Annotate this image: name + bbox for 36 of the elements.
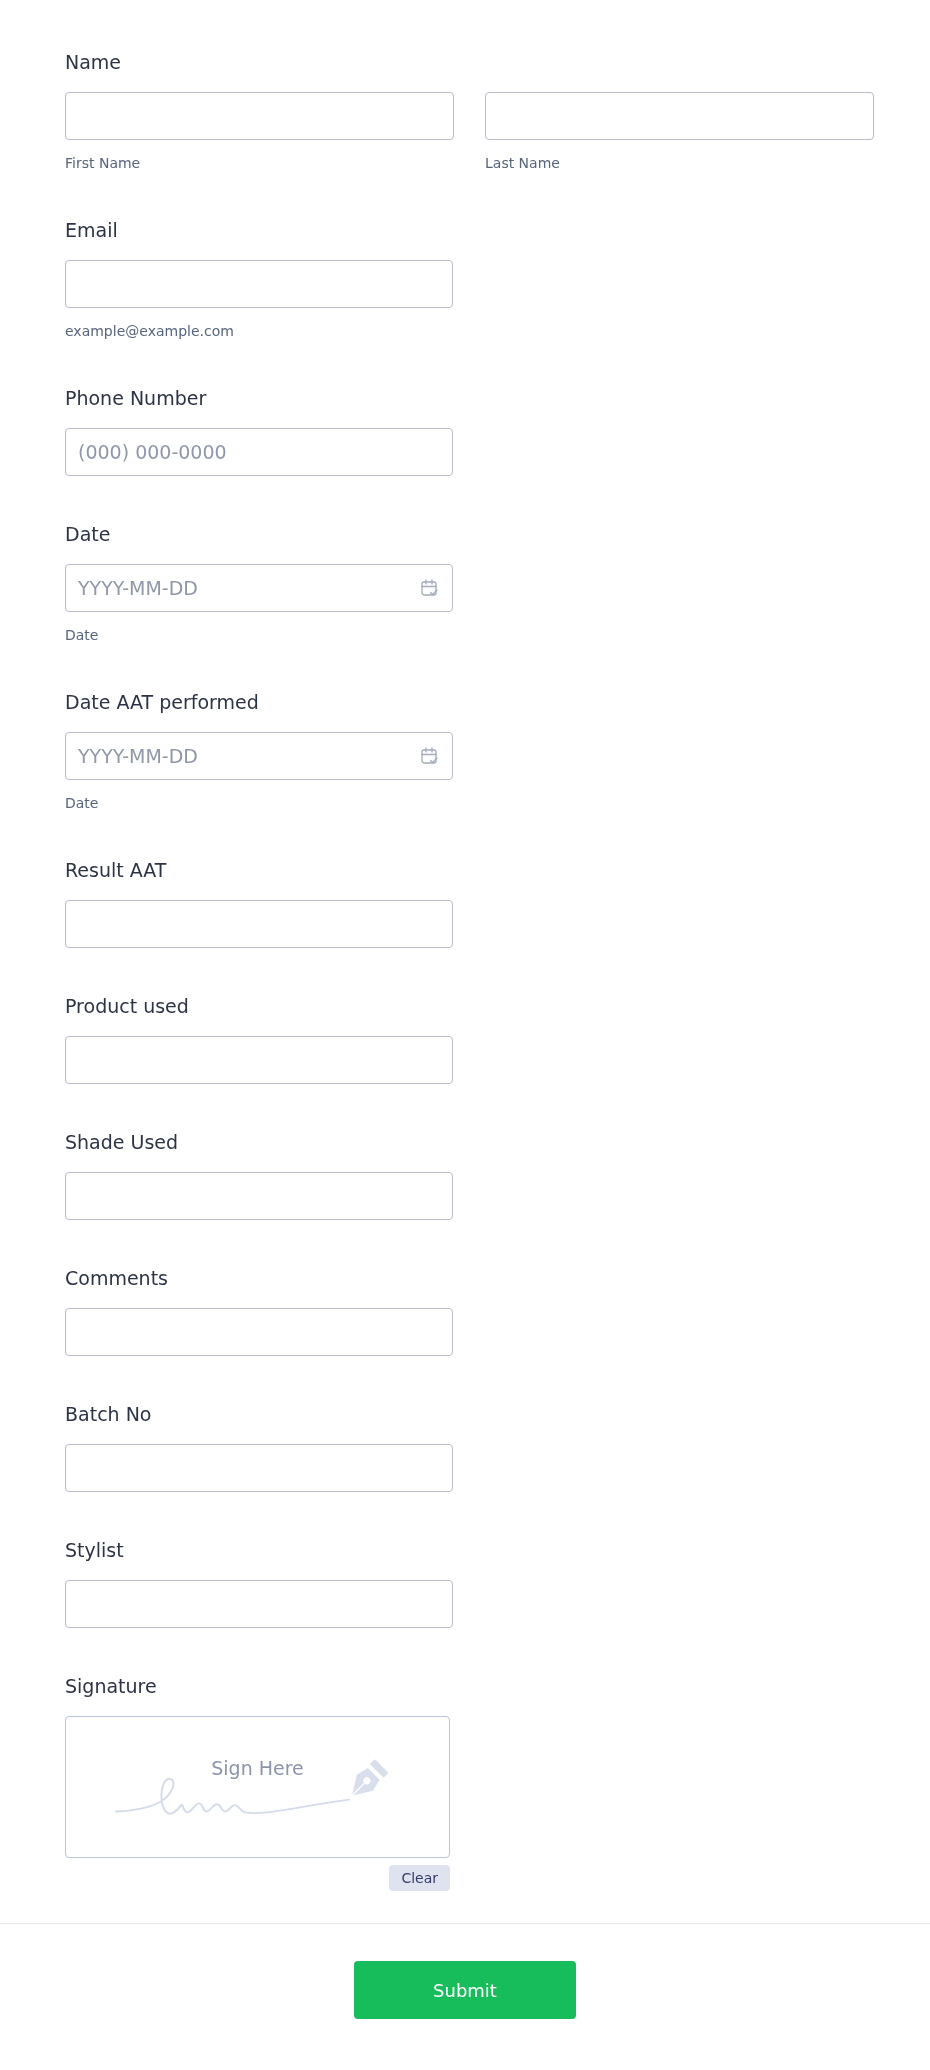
field-hint: Date [65,794,99,812]
field-label: Comments [65,1266,168,1290]
signature-pad[interactable]: Sign Here [65,1716,450,1858]
field-hint: example@example.com [65,322,234,340]
input-field[interactable] [65,92,454,140]
field-label: Signature [65,1674,157,1698]
sign-here-prompt: Sign Here [211,1758,304,1778]
clear-button[interactable]: Clear [389,1865,450,1891]
field-label: Email [65,218,118,242]
field-label: Batch No [65,1402,152,1426]
input-field[interactable] [485,92,874,140]
input-field[interactable]: (000) 000-0000 [65,428,453,476]
input-field[interactable] [65,900,453,948]
field-hint: Date [65,626,99,644]
input-field[interactable] [65,1172,453,1220]
date-field[interactable]: YYYY-MM-DD [65,564,453,612]
calendar-icon[interactable] [421,747,438,765]
input-field[interactable] [65,1580,453,1628]
field-label: Shade Used [65,1130,179,1154]
field-label: Stylist [65,1538,124,1562]
input-field[interactable] [65,260,453,308]
field-label: Result AAT [65,858,167,882]
calendar-icon[interactable] [421,579,438,597]
input-field[interactable] [65,1308,453,1356]
field-label: Product used [65,994,189,1018]
field-label: Name [65,50,122,74]
field-label: Date AAT performed [65,690,259,714]
submit-button[interactable]: Submit [354,1961,576,2019]
input-field[interactable] [65,1444,453,1492]
input-field[interactable] [65,1036,453,1084]
field-label: Phone Number [65,386,207,410]
signature-scribble-icon [115,1778,350,1816]
field-hint: Last Name [485,154,560,172]
date-field[interactable]: YYYY-MM-DD [65,732,453,780]
field-label: Date [65,522,111,546]
field-hint: First Name [65,154,141,172]
